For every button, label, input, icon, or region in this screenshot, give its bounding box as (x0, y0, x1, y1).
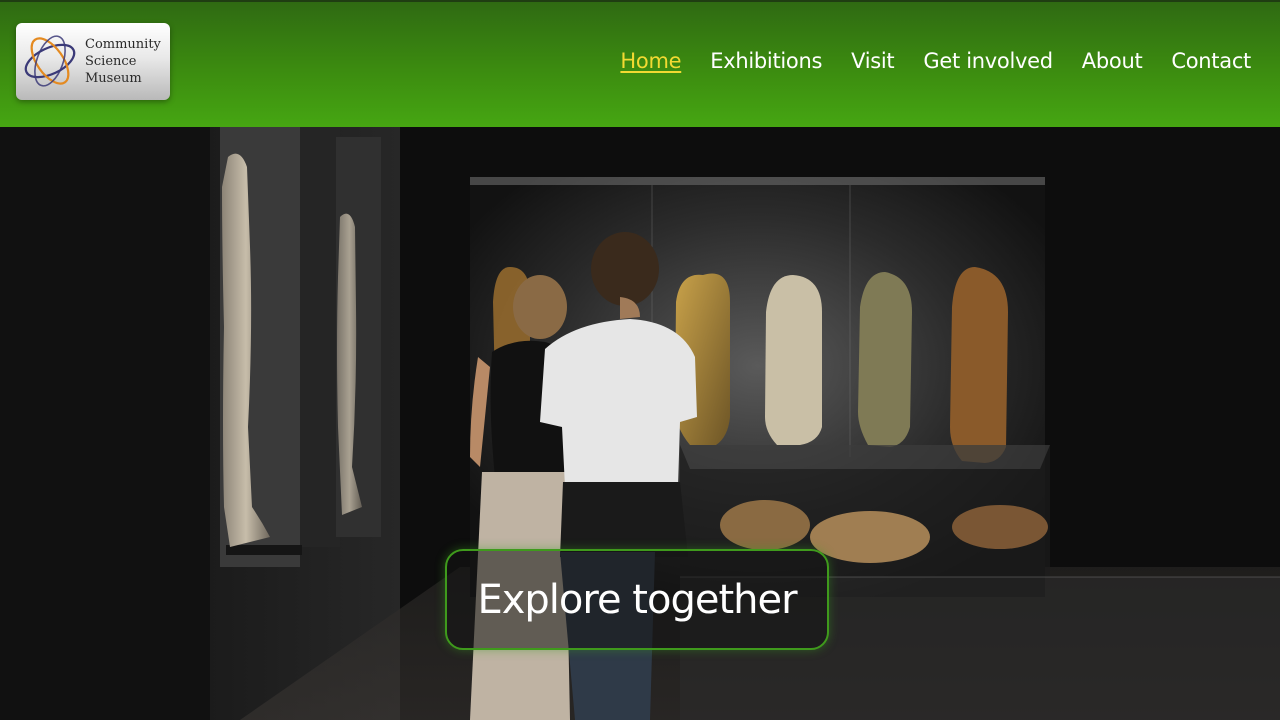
museum-logo[interactable]: Community Science Museum (16, 23, 170, 100)
explore-together-button[interactable]: Explore together (445, 549, 829, 650)
site-header: Community Science Museum Home Exhibition… (0, 0, 1280, 127)
nav-home[interactable]: Home (620, 49, 681, 73)
logo-line-2: Science (85, 54, 137, 69)
logo-line-1: Community (85, 37, 161, 52)
nav-about[interactable]: About (1082, 49, 1143, 73)
main-nav: Home Exhibitions Visit Get involved Abou… (620, 49, 1251, 73)
atom-logo-icon (24, 35, 76, 87)
cta-label: Explore together (477, 576, 797, 623)
logo-line-3: Museum (85, 71, 142, 86)
nav-get-involved[interactable]: Get involved (923, 49, 1053, 73)
nav-visit[interactable]: Visit (851, 49, 895, 73)
hero-section: Explore together (0, 127, 1280, 720)
nav-exhibitions[interactable]: Exhibitions (710, 49, 822, 73)
nav-contact[interactable]: Contact (1171, 49, 1251, 73)
logo-wordmark: Community Science Museum (85, 36, 169, 87)
